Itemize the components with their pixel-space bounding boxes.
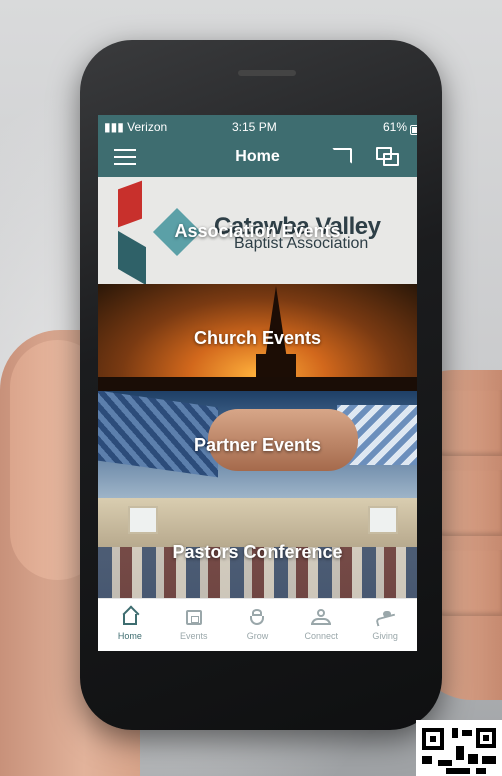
- battery-percent: 61%: [382, 120, 407, 134]
- battery-indicator: 61%: [382, 120, 417, 135]
- app-header: Home: [98, 137, 417, 177]
- home-icon: [120, 608, 140, 626]
- tab-label: Home: [117, 631, 142, 641]
- window: [368, 506, 398, 534]
- qr-code: [416, 720, 502, 776]
- tab-events[interactable]: Events: [162, 599, 226, 651]
- status-bar: ▮▮▮ Verizon 3:15 PM 61%: [98, 115, 417, 137]
- tab-label: Giving: [372, 631, 398, 641]
- window: [128, 506, 158, 534]
- horizon: [98, 377, 417, 391]
- battery-icon: [410, 125, 417, 135]
- page-title: Home: [235, 148, 280, 165]
- giving-hand-icon: [375, 608, 395, 626]
- tile-pastors-conference[interactable]: Pastors Conference: [98, 498, 417, 605]
- chat-icon[interactable]: [376, 147, 399, 167]
- people-icon: [311, 608, 332, 626]
- tile-partner-events[interactable]: Partner Events: [98, 391, 417, 498]
- tab-grow[interactable]: Grow: [226, 599, 290, 651]
- cast-icon[interactable]: [332, 148, 352, 164]
- tile-association-events[interactable]: Catawba Valley Baptist Association Assoc…: [98, 177, 417, 284]
- tile-label: Church Events: [193, 328, 322, 348]
- app-screen: ▮▮▮ Verizon 3:15 PM 61% Home Catawba Val…: [98, 115, 417, 651]
- tile-label: Pastors Conference: [172, 542, 343, 562]
- tile-church-events[interactable]: Church Events: [98, 284, 417, 391]
- tab-home[interactable]: Home: [98, 599, 162, 651]
- clock: 3:15 PM: [232, 120, 277, 134]
- tab-label: Events: [179, 631, 208, 641]
- tile-label: Association Events: [174, 221, 341, 241]
- plant-icon: [247, 608, 267, 626]
- bottom-tab-bar: Home Events Grow Connect Giving: [98, 598, 417, 651]
- speaker: [238, 70, 296, 76]
- tab-giving[interactable]: Giving: [353, 599, 417, 651]
- tab-label: Grow: [246, 631, 269, 641]
- calendar-icon: [184, 608, 204, 626]
- carrier-label: ▮▮▮ Verizon: [104, 120, 168, 134]
- tab-label: Connect: [304, 631, 339, 641]
- tab-connect[interactable]: Connect: [289, 599, 353, 651]
- tile-label: Partner Events: [193, 435, 322, 455]
